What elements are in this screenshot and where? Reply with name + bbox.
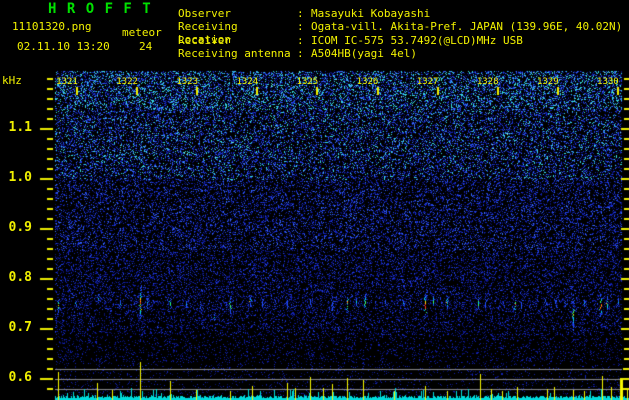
info-label: Receiver: [178, 33, 231, 47]
time-tick-label: 1322: [116, 77, 138, 87]
freq-tick-label: 0.8: [8, 270, 32, 285]
freq-tick-label: 0.9: [8, 220, 32, 235]
info-separator: :: [297, 20, 304, 34]
time-tick-label: 1325: [296, 77, 319, 87]
hrofft-screen: H R O F F T 11101320.png meteor 02.11.10…: [0, 0, 629, 400]
app-title: H R O F F T: [48, 1, 152, 17]
info-label: Observer: [178, 7, 231, 20]
freq-tick-label: 1.1: [8, 120, 32, 135]
info-separator: :: [297, 7, 304, 20]
info-value: Ogata-vill. Akita-Pref. JAPAN (139.96E, …: [311, 20, 623, 34]
mode-label: meteor: [122, 26, 162, 39]
freq-tick-label: 0.7: [8, 320, 32, 335]
info-row-location: Receiving Location: Ogata-vill. Akita-Pre…: [178, 20, 623, 46]
info-row-antenna: Receiving antenna: A504HB(yagi 4el): [178, 47, 622, 60]
time-tick-label: 1326: [356, 77, 379, 87]
info-row-receiver: Receiver: ICOM IC-575 53.7492(@LCD)MHz US…: [178, 34, 622, 47]
echo-count: 24: [139, 40, 153, 53]
time-tick-label: 1328: [476, 77, 499, 87]
freq-tick-label: 0.6: [8, 370, 32, 385]
station-info: Observer: Masayuki Kobayashi Receiving Lo…: [178, 7, 622, 61]
freq-tick-label: 1.0: [8, 170, 32, 185]
frequency-unit-label: kHz: [2, 74, 22, 87]
info-separator: :: [297, 33, 304, 47]
time-tick-label: 1323: [176, 77, 199, 87]
info-value: A504HB(yagi 4el): [311, 47, 417, 61]
time-tick-label: 1330: [597, 77, 619, 87]
time-tick-label: 1327: [416, 77, 439, 87]
info-value: Masayuki Kobayashi: [311, 7, 431, 20]
info-value: ICOM IC-575 53.7492(@LCD)MHz USB: [311, 33, 523, 47]
info-label: Receiving antenna: [178, 47, 291, 61]
info-row-observer: Observer: Masayuki Kobayashi: [178, 7, 622, 20]
time-tick-label: 1329: [536, 77, 559, 87]
time-tick-label: 1321: [56, 77, 78, 87]
filename-label: 11101320.png: [12, 20, 92, 33]
datetime-label: 02.11.10 13:20: [17, 40, 110, 53]
time-tick-label: 1324: [236, 77, 259, 87]
info-separator: :: [297, 47, 304, 61]
